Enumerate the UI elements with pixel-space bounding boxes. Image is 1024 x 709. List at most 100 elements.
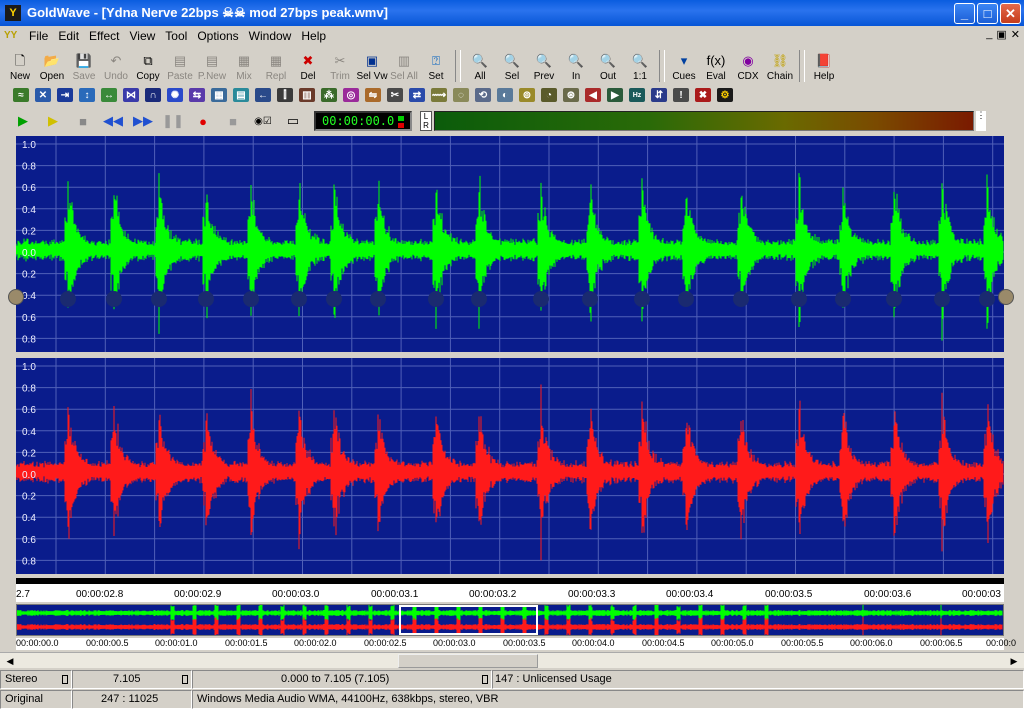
pause-button[interactable]: ❚❚ [158, 111, 188, 131]
effect-invert-button[interactable]: ▦ [208, 84, 230, 106]
menu-window[interactable]: Window [244, 29, 297, 43]
cue-point-marker[interactable] [370, 291, 386, 307]
close-button[interactable]: ✕ [1000, 3, 1021, 24]
menu-help[interactable]: Help [296, 29, 331, 43]
copy-button[interactable]: ⧉ Copy [132, 48, 164, 82]
effect-alert-button[interactable]: ! [670, 84, 692, 106]
effect-swap-button[interactable]: ⇵ [648, 84, 670, 106]
time-ruler[interactable]: 2.7 00:00:02.8 00:00:02.9 00:00:03.0 00:… [16, 578, 1004, 602]
cue-point-marker[interactable] [634, 291, 650, 307]
effect-silence-button[interactable]: ⟿ [428, 84, 450, 106]
effect-doppler-button[interactable]: ≈ [10, 84, 32, 106]
overview-view-range[interactable] [399, 605, 538, 635]
left-channel-waveform[interactable]: 1.0 0.8 0.6 0.4 0.2 0.0 0.2 0.4 0.6 0.8 [16, 136, 1004, 352]
properties-button[interactable]: ▭ [278, 111, 308, 131]
title-bar[interactable]: Y GoldWave - [Ydna Nerve 22bps ☠☠ mod 27… [0, 0, 1024, 26]
effect-time-warp-button[interactable]: ⟲ [472, 84, 494, 106]
effect-spatial-button[interactable]: ◌ [450, 84, 472, 106]
effect-pitch-button[interactable]: ▥ [296, 84, 318, 106]
meter-grip[interactable]: ⋮ [976, 111, 986, 131]
document-minimize-button[interactable]: _ [986, 28, 992, 41]
effect-volume-shape-button[interactable]: ⊚ [516, 84, 538, 106]
trim-button[interactable]: ✂ Trim [324, 48, 356, 82]
cue-point-marker[interactable] [243, 291, 259, 307]
cue-point-marker[interactable] [582, 291, 598, 307]
scroll-thumb[interactable] [398, 654, 538, 668]
effect-stop-button[interactable]: ✖ [692, 84, 714, 106]
effect-noise-reduction-button[interactable]: ✂ [384, 84, 406, 106]
fast-forward-button[interactable]: ▶▶ [128, 111, 158, 131]
cues-button[interactable]: ▾ Cues [668, 48, 700, 82]
cue-point-marker[interactable] [979, 291, 995, 307]
effect-pan-button[interactable]: ⫿ [274, 84, 296, 106]
cue-point-marker[interactable] [835, 291, 851, 307]
cue-point-marker[interactable] [791, 291, 807, 307]
cue-point-marker[interactable] [60, 291, 76, 307]
effect-offset-button[interactable]: ← [252, 84, 274, 106]
cue-point-marker[interactable] [533, 291, 549, 307]
set-button[interactable]: ⍰ Set [420, 48, 452, 82]
effect-mix-channels-button[interactable]: ✕ [32, 84, 54, 106]
effect-volume-button[interactable]: ◐ [494, 84, 516, 106]
device-controls-button[interactable]: ◉☑ [248, 111, 278, 131]
replace-button[interactable]: ▦ Repl [260, 48, 292, 82]
zoom-previous-button[interactable]: 🔍 Prev [528, 48, 560, 82]
cue-point-marker[interactable] [428, 291, 444, 307]
cdx-button[interactable]: ◉ CDX [732, 48, 764, 82]
open-button[interactable]: 📂 Open [36, 48, 68, 82]
mix-button[interactable]: ▦ Mix [228, 48, 260, 82]
goldwave-app-icon[interactable]: Y [5, 5, 21, 21]
cue-point-marker[interactable] [678, 291, 694, 307]
stop-button[interactable]: ■ [68, 111, 98, 131]
play-button[interactable]: ▶ [8, 111, 38, 131]
zoom-selection-button[interactable]: 🔍 Sel [496, 48, 528, 82]
effect-maximize-button[interactable]: ◔ [538, 84, 560, 106]
record-stop-button[interactable]: ■ [218, 111, 248, 131]
select-all-button[interactable]: ▥ Sel All [388, 48, 420, 82]
select-view-button[interactable]: ▣ Sel Vw [356, 48, 388, 82]
cue-point-marker[interactable] [733, 291, 749, 307]
cue-point-marker[interactable] [934, 291, 950, 307]
paste-button[interactable]: ▤ Paste [164, 48, 196, 82]
paste-new-button[interactable]: ▤ P.New [196, 48, 228, 82]
delete-button[interactable]: ✖ Del [292, 48, 324, 82]
menu-view[interactable]: View [125, 29, 161, 43]
waveform-area[interactable]: 1.0 0.8 0.6 0.4 0.2 0.0 0.2 0.4 0.6 0.8 1.0 0.8 0.6… [16, 136, 1004, 578]
document-icon[interactable]: YY [4, 29, 20, 43]
new-button[interactable]: 🗋 New [4, 48, 36, 82]
effect-compress-button[interactable]: ↕ [76, 84, 98, 106]
menu-tool[interactable]: Tool [160, 29, 192, 43]
record-button[interactable]: ● [188, 111, 218, 131]
restore-button[interactable]: □ [977, 3, 998, 24]
chain-button[interactable]: ⛓ Chain [764, 48, 796, 82]
zoom-one-to-one-button[interactable]: 🔍 1:1 [624, 48, 656, 82]
cue-point-marker[interactable] [471, 291, 487, 307]
zoom-out-button[interactable]: 🔍 Out [592, 48, 624, 82]
effect-match-volume-button[interactable]: ⊛ [560, 84, 582, 106]
effect-reverse-button[interactable]: ⇋ [362, 84, 384, 106]
menu-file[interactable]: File [24, 29, 53, 43]
rewind-button[interactable]: ◀◀ [98, 111, 128, 131]
zoom-in-button[interactable]: 🔍 In [560, 48, 592, 82]
menu-options[interactable]: Options [192, 29, 243, 43]
cue-point-marker[interactable] [291, 291, 307, 307]
effect-reverb-button[interactable]: ◎ [340, 84, 362, 106]
effect-auto-trim-button[interactable]: ⇥ [54, 84, 76, 106]
cue-point-marker[interactable] [326, 291, 342, 307]
right-channel-waveform[interactable]: 1.0 0.8 0.6 0.4 0.2 0.0 0.2 0.4 0.6 0.8 [16, 358, 1004, 574]
help-button[interactable]: 📕 Help [808, 48, 840, 82]
effect-playback-rate-button[interactable]: ⁂ [318, 84, 340, 106]
save-button[interactable]: 💾 Save [68, 48, 100, 82]
scroll-right-arrow-icon[interactable]: ▶ [1006, 654, 1022, 668]
document-restore-button[interactable]: ▣ [996, 28, 1006, 41]
zoom-all-button[interactable]: 🔍 All [464, 48, 496, 82]
effect-flange-button[interactable]: ∩ [142, 84, 164, 106]
menu-effect[interactable]: Effect [84, 29, 124, 43]
start-marker-handle[interactable] [8, 289, 24, 305]
effect-mechanize-button[interactable]: ▤ [230, 84, 252, 106]
effect-echo-button[interactable]: ↔ [98, 84, 120, 106]
horizontal-scrollbar[interactable]: ◀ ▶ [0, 652, 1024, 668]
scroll-left-arrow-icon[interactable]: ◀ [2, 654, 18, 668]
cue-point-marker[interactable] [886, 291, 902, 307]
cue-point-marker[interactable] [151, 291, 167, 307]
